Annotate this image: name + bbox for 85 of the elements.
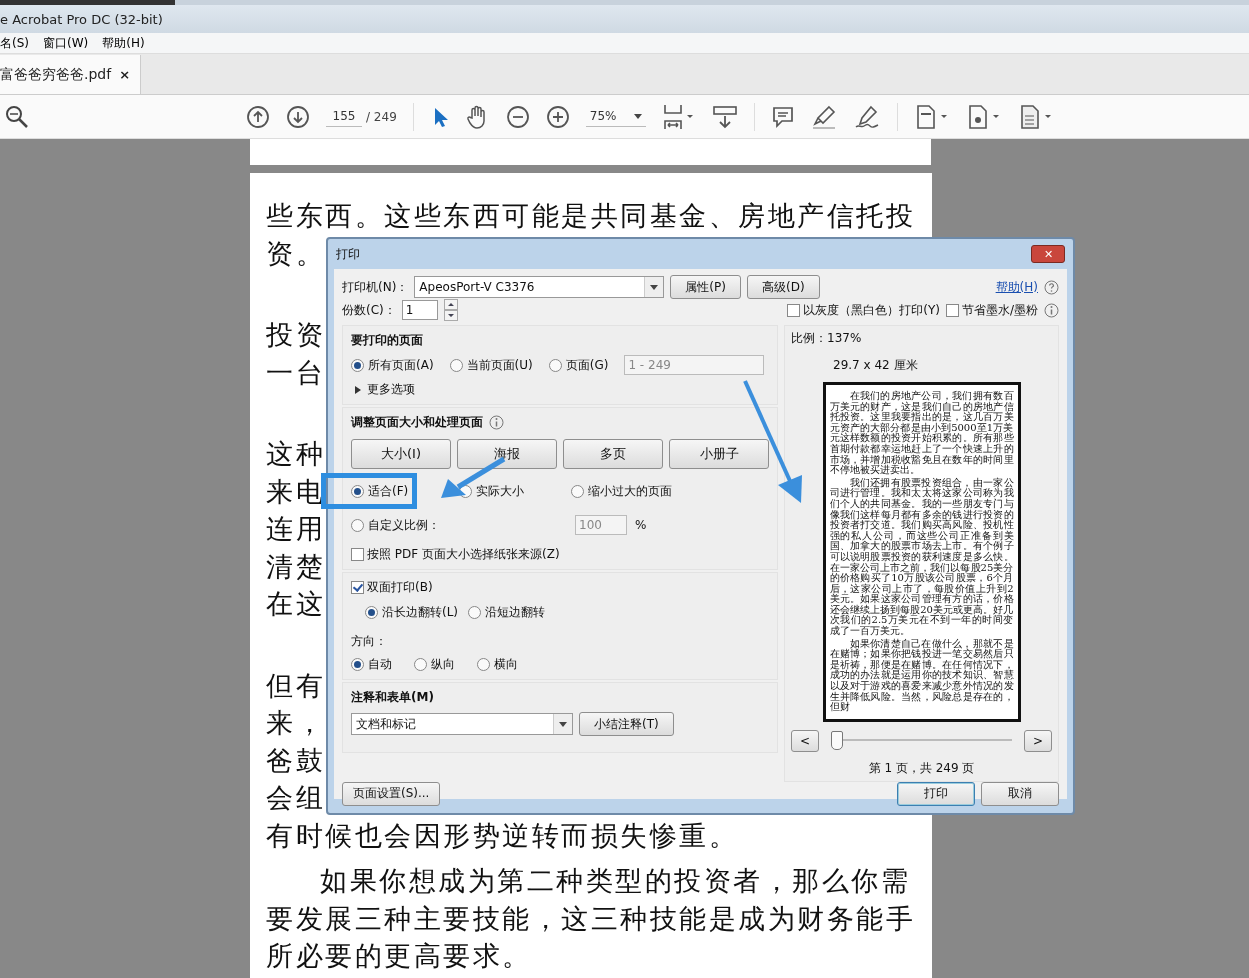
checkbox-option[interactable]: 双面打印(B) bbox=[351, 579, 433, 596]
document-text: 有时候也会因形势逆转而损失惨重。 bbox=[266, 818, 738, 853]
preview-text: 在我们的房地产公司，我们拥有数百万美元的财产，这是我们自己的房地产信托投资。这里我要指出的是，这几百万美元资产的大部分都是由小到5000至1万美元这样数额的投资开始积累的。所有那些首期付款都幸运地赶上了一个快速上升的市场，并增加税收豁免且在数年的时间里不停地被买进卖出。 bbox=[829, 391, 1014, 476]
radio-option[interactable]: 纵向 bbox=[414, 656, 455, 673]
page-setup-button[interactable]: 页面设置(S)... bbox=[342, 781, 441, 806]
slider-thumb[interactable] bbox=[831, 731, 843, 751]
previous-button[interactable]: < bbox=[791, 729, 819, 752]
section-heading: 要打印的页面 bbox=[351, 332, 424, 349]
field-label: 方向： bbox=[351, 633, 388, 650]
document-text: 爸鼓 bbox=[266, 743, 325, 778]
next-button[interactable]: > bbox=[1024, 729, 1052, 752]
document-text: 连用 bbox=[266, 512, 325, 546]
dialog-title: 打印 bbox=[336, 245, 360, 263]
zoom-dropdown[interactable]: 75% bbox=[585, 106, 646, 127]
menu-item[interactable]: 名(S) bbox=[0, 34, 29, 52]
preview-text: 如果你清楚自己在做什么，那就不是在赌博；如果你把钱投进一笔交易然后只是祈祷，那便是在赌博。在任何情况下，成功的办法就是运用你的技术知识、智慧以及对于游戏的喜爱来减少意外情况的发生并降低风险。当然，风险总是存在的，但财 bbox=[829, 638, 1014, 713]
expand-triangle-icon[interactable] bbox=[355, 385, 361, 394]
radio-option[interactable]: 沿短边翻转 bbox=[468, 604, 546, 621]
menu-item[interactable]: 窗口(W) bbox=[43, 34, 89, 52]
document-text: 这种 bbox=[266, 437, 325, 471]
close-tab-button[interactable]: × bbox=[119, 67, 131, 82]
zoom-out-icon[interactable] bbox=[505, 104, 530, 129]
page-total: / 249 bbox=[366, 109, 397, 124]
checkbox-option[interactable]: 以灰度（黑白色）打印(Y) bbox=[787, 301, 940, 319]
info-icon[interactable] bbox=[489, 415, 504, 430]
document-text: 但有 bbox=[266, 668, 325, 703]
checkbox-option[interactable]: 按照 PDF 页面大小选择纸张来源(Z) bbox=[351, 546, 560, 563]
comments-dropdown[interactable]: 文档和标记 bbox=[351, 713, 573, 735]
document-text: 如果你想成为第二种类型的投资者，那么你需要发展三种主要技能，这三种技能是成为财务能手所必要的更高要求。 bbox=[266, 864, 916, 973]
field-label: 份数(C)： bbox=[342, 301, 396, 319]
comment-icon[interactable] bbox=[770, 104, 795, 129]
close-button[interactable]: ✕ bbox=[1031, 245, 1065, 263]
page-number-field[interactable]: 155 bbox=[326, 106, 362, 127]
menu-item[interactable]: 帮助(H) bbox=[102, 34, 145, 52]
printer-dropdown[interactable]: ApeosPort-V C3376 bbox=[414, 276, 665, 298]
radio-option[interactable]: 页面(G) bbox=[548, 356, 609, 374]
dialog-button[interactable]: 高级(D) bbox=[746, 275, 820, 299]
dialog-button[interactable]: 属性(P) bbox=[670, 275, 741, 299]
radio-option[interactable]: 当前页面(U) bbox=[449, 356, 533, 374]
scale-label: 比例：137% bbox=[791, 330, 862, 347]
fit-page-icon[interactable] bbox=[661, 102, 696, 131]
document-text: 清楚 bbox=[266, 549, 325, 584]
copies-field[interactable]: 1 bbox=[401, 300, 438, 320]
document-text: 些东西。这些东西可能是共同基金、房地产信托投 bbox=[266, 199, 915, 233]
summarize-button[interactable]: 小结注释(T) bbox=[579, 712, 674, 736]
scroll-mode-icon[interactable] bbox=[711, 103, 738, 130]
sizing-button[interactable]: 小册子 bbox=[669, 439, 769, 469]
radio-option[interactable]: 所有页面(A) bbox=[351, 356, 434, 374]
info-icon[interactable] bbox=[1044, 302, 1059, 318]
previous-page-icon[interactable] bbox=[246, 104, 270, 129]
radio-option[interactable]: 沿长边翻转(L) bbox=[365, 604, 459, 621]
help-icon[interactable] bbox=[1044, 279, 1059, 295]
print-button[interactable]: 打印 bbox=[897, 781, 975, 806]
document-text: 资。 bbox=[266, 236, 325, 271]
document-text: 一台 bbox=[266, 355, 325, 390]
document-text: 投资 bbox=[266, 318, 325, 352]
document-text: 在这 bbox=[266, 587, 325, 621]
radio-option[interactable]: 缩小过大的页面 bbox=[571, 483, 672, 500]
next-page-icon[interactable] bbox=[286, 104, 310, 129]
highlighter-icon[interactable] bbox=[810, 103, 837, 130]
help-link[interactable]: 帮助(H) bbox=[995, 278, 1038, 296]
zoom-icon[interactable] bbox=[4, 103, 30, 130]
sizing-button[interactable]: 多页 bbox=[563, 439, 663, 469]
checkbox-option[interactable]: 节省墨水/墨粉 bbox=[945, 301, 1038, 319]
document-text: 会组 bbox=[266, 781, 325, 815]
sizing-button[interactable]: 大小(I) bbox=[351, 439, 451, 469]
section-heading: 调整页面大小和处理页面 bbox=[351, 414, 483, 431]
radio-option[interactable]: 横向 bbox=[477, 656, 518, 673]
percent-label: % bbox=[635, 518, 647, 532]
spinner-icon[interactable] bbox=[443, 299, 458, 321]
radio-option[interactable]: 适合(F) bbox=[351, 483, 409, 500]
document-text: 来， bbox=[266, 706, 325, 740]
more-options-link[interactable]: 更多选项 bbox=[367, 381, 415, 398]
radio-option[interactable]: 自定义比例： bbox=[351, 516, 440, 534]
window-title: e Acrobat Pro DC (32-bit) bbox=[0, 11, 163, 27]
document-tab[interactable]: 富爸爸穷爸爸.pdf × bbox=[0, 55, 142, 94]
preview-text: 我们还拥有股票投资组合，由一家公司进行管理。我和太太将这家公司称为我们个人的共同基金。我的一些朋友专门与像我们这样每月都有多余的钱进行投资的投资者打交道。我们购买高风险、投机性强的私人公司，而这些公司正准备到美国、加拿大的股票市场去上市。有个例子可以说明股票投资的获利速度是多么快。在一家公司上市之前，我们以每股25美分的价格购买了10万股该公司股票，6个月后，这家公司上市了，每股价值上升到2美元。如果这家公司管理有方的话，价格还会继续上扬到每股20美元或更高。好几次我们的2.5万美元在不到一年的时间变成了一百万美元。 bbox=[829, 477, 1014, 637]
radio-option[interactable]: 自动 bbox=[351, 656, 392, 673]
zoom-in-icon[interactable] bbox=[545, 104, 570, 129]
field-label: 打印机(N)： bbox=[342, 278, 409, 296]
page-count-label: 第 1 页，共 249 页 bbox=[868, 759, 975, 777]
document-text: 来电 bbox=[266, 474, 325, 509]
cancel-button[interactable]: 取消 bbox=[981, 781, 1059, 806]
paper-size-label: 29.7 x 42 厘米 bbox=[833, 357, 918, 374]
section-heading: 注释和表单(M) bbox=[351, 689, 435, 706]
